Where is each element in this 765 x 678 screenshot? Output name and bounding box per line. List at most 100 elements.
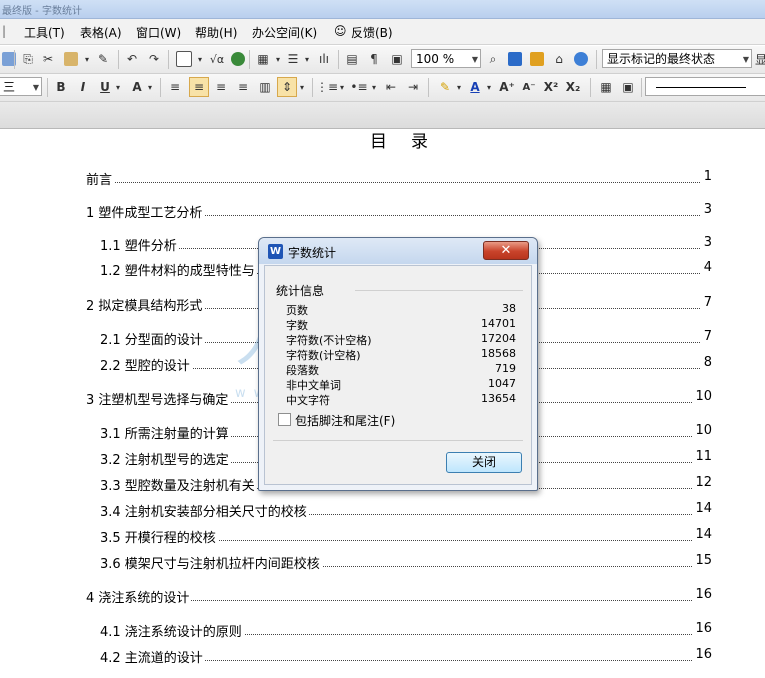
line-spacing-icon[interactable]: ⇕: [277, 77, 297, 97]
grid-icon[interactable]: ▦: [253, 49, 273, 69]
border-icon[interactable]: ▣: [619, 77, 637, 97]
copy-icon[interactable]: ⎘: [20, 49, 36, 69]
toc-entry[interactable]: 前言 1: [86, 169, 712, 188]
help-icon[interactable]: [572, 49, 590, 69]
toc-page-number: 3: [701, 202, 712, 217]
cut-icon[interactable]: ✂: [40, 49, 56, 69]
distribute-icon[interactable]: ▥: [256, 77, 274, 97]
menu-help[interactable]: 帮助(H): [195, 24, 237, 41]
style-value: 三: [3, 80, 16, 94]
formula-icon[interactable]: √α: [206, 49, 228, 69]
redo-icon[interactable]: ↷: [146, 49, 162, 69]
format-painter-icon[interactable]: ✎: [94, 49, 112, 69]
print-preview-icon[interactable]: ▣: [388, 49, 406, 69]
chart-icon[interactable]: ılı: [314, 49, 334, 69]
close-icon[interactable]: ✕: [483, 241, 529, 260]
justify-icon[interactable]: ≡: [234, 77, 252, 97]
toc-page-number: 12: [693, 475, 712, 490]
shirt-icon[interactable]: ⌂: [550, 49, 568, 69]
help-book-icon[interactable]: [506, 49, 524, 69]
toc-entry[interactable]: 4 浇注系统的设计 16: [86, 587, 712, 606]
bullets-dropdown-icon[interactable]: ▾: [370, 77, 378, 97]
border-style-combo[interactable]: [645, 77, 765, 96]
feedback-icon[interactable]: ☺: [334, 24, 347, 38]
table-dropdown-icon[interactable]: ▾: [196, 49, 204, 69]
include-footnotes-label[interactable]: 包括脚注和尾注(F): [295, 412, 395, 429]
toc-page-number: 7: [701, 295, 712, 310]
subscript-icon[interactable]: X₂: [564, 77, 582, 97]
shrink-font-icon[interactable]: A⁻: [520, 77, 538, 97]
insert-table-2-icon[interactable]: ▦: [597, 77, 615, 97]
superscript-icon[interactable]: X²: [542, 77, 560, 97]
menu-table[interactable]: 表格(A): [80, 24, 122, 41]
grow-font-icon[interactable]: A⁺: [498, 77, 516, 97]
bold-icon[interactable]: B: [53, 77, 69, 97]
stat-label: 页数: [286, 304, 308, 317]
decrease-indent-icon[interactable]: ⇤: [382, 77, 400, 97]
stat-value: 38: [502, 302, 516, 315]
bullets-icon[interactable]: •≡: [350, 77, 368, 97]
highlight-dropdown-icon[interactable]: ▾: [455, 77, 463, 97]
paste-icon[interactable]: [60, 49, 82, 69]
word-count-dialog: W 字数统计 ✕ 统计信息 页数 38 字数 14701 字符数(不计空格) 1…: [258, 237, 538, 491]
columns-icon[interactable]: ☰: [284, 49, 302, 69]
underline-icon[interactable]: U: [97, 77, 113, 97]
stat-pages: 页数 38: [286, 302, 516, 317]
section-divider: [355, 290, 523, 291]
stat-words: 字数 14701: [286, 317, 516, 332]
stat-chinese-chars: 中文字符 13654: [286, 392, 516, 407]
zoom-combo[interactable]: 100 % ▼: [411, 49, 481, 68]
toc-entry[interactable]: 3.5 开模行程的校核 14: [100, 527, 712, 546]
align-left-icon[interactable]: ≡: [166, 77, 184, 97]
stat-label: 字符数(计空格): [286, 349, 361, 362]
toc-entry[interactable]: 3.6 模架尺寸与注射机拉杆内间距校核 15: [100, 553, 712, 572]
globe-icon[interactable]: [230, 49, 246, 69]
toc-entry[interactable]: 4.1 浇注系统设计的原则 16: [100, 621, 712, 640]
char-shading-icon[interactable]: A: [128, 77, 146, 97]
include-footnotes-checkbox[interactable]: [278, 413, 291, 426]
insert-table-icon[interactable]: [174, 49, 194, 69]
underline-dropdown-icon[interactable]: ▾: [114, 77, 122, 97]
numbering-dropdown-icon[interactable]: ▾: [338, 77, 346, 97]
menu-feedback[interactable]: 反馈(B): [351, 24, 393, 41]
toc-page-number: 16: [693, 621, 712, 636]
line-spacing-dropdown-icon[interactable]: ▾: [298, 77, 306, 97]
increase-indent-icon[interactable]: ⇥: [404, 77, 422, 97]
toc-entry[interactable]: 4.2 主流道的设计 16: [100, 647, 712, 666]
track-changes-combo[interactable]: 显示标记的最终状态 ▼: [602, 49, 752, 68]
grid-dropdown-icon[interactable]: ▾: [274, 49, 282, 69]
stat-value: 17204: [481, 332, 516, 345]
binoculars-icon[interactable]: ⌕: [484, 49, 502, 69]
paste-dropdown-icon[interactable]: ▾: [83, 49, 91, 69]
toc-page-number: 7: [701, 329, 712, 344]
show-marks-icon[interactable]: ¶: [366, 49, 382, 69]
font-color-dropdown-icon[interactable]: ▾: [485, 77, 493, 97]
wps-logo-icon: W: [268, 244, 283, 259]
columns-dropdown-icon[interactable]: ▾: [303, 49, 311, 69]
italic-icon[interactable]: I: [75, 77, 91, 97]
font-color-icon[interactable]: A: [466, 77, 484, 97]
undo-icon[interactable]: ↶: [124, 49, 140, 69]
menu-window[interactable]: 窗口(W): [136, 24, 181, 41]
shading-dropdown-icon[interactable]: ▾: [146, 77, 154, 97]
dialog-title: 字数统计: [288, 246, 337, 260]
toc-page-number: 10: [693, 423, 712, 438]
ruler-area: [0, 102, 765, 129]
align-center-icon[interactable]: ≡: [189, 77, 209, 97]
align-right-icon[interactable]: ≡: [212, 77, 230, 97]
menu-office-space[interactable]: 办公空间(K): [252, 24, 317, 41]
document-map-icon[interactable]: ▤: [344, 49, 360, 69]
highlight-icon[interactable]: ✎: [436, 77, 454, 97]
template-icon[interactable]: [528, 49, 546, 69]
menu-tools[interactable]: 工具(T): [24, 24, 65, 41]
toc-entry-text: 2.1 分型面的设计: [100, 329, 205, 348]
toc-entry[interactable]: 1 塑件成型工艺分析 3: [86, 202, 712, 221]
dialog-titlebar: W 字数统计 ✕: [259, 238, 537, 264]
track-changes-value: 显示标记的最终状态: [607, 52, 716, 66]
stat-label: 段落数: [286, 364, 319, 377]
close-button[interactable]: 关闭: [446, 452, 522, 473]
toc-entry[interactable]: 3.4 注射机安装部分相关尺寸的校核 14: [100, 501, 712, 520]
toolbar-overflow-text[interactable]: 显: [755, 49, 765, 69]
style-combo[interactable]: 三 ▼: [0, 77, 42, 96]
numbering-icon[interactable]: ⋮≡: [316, 77, 338, 97]
